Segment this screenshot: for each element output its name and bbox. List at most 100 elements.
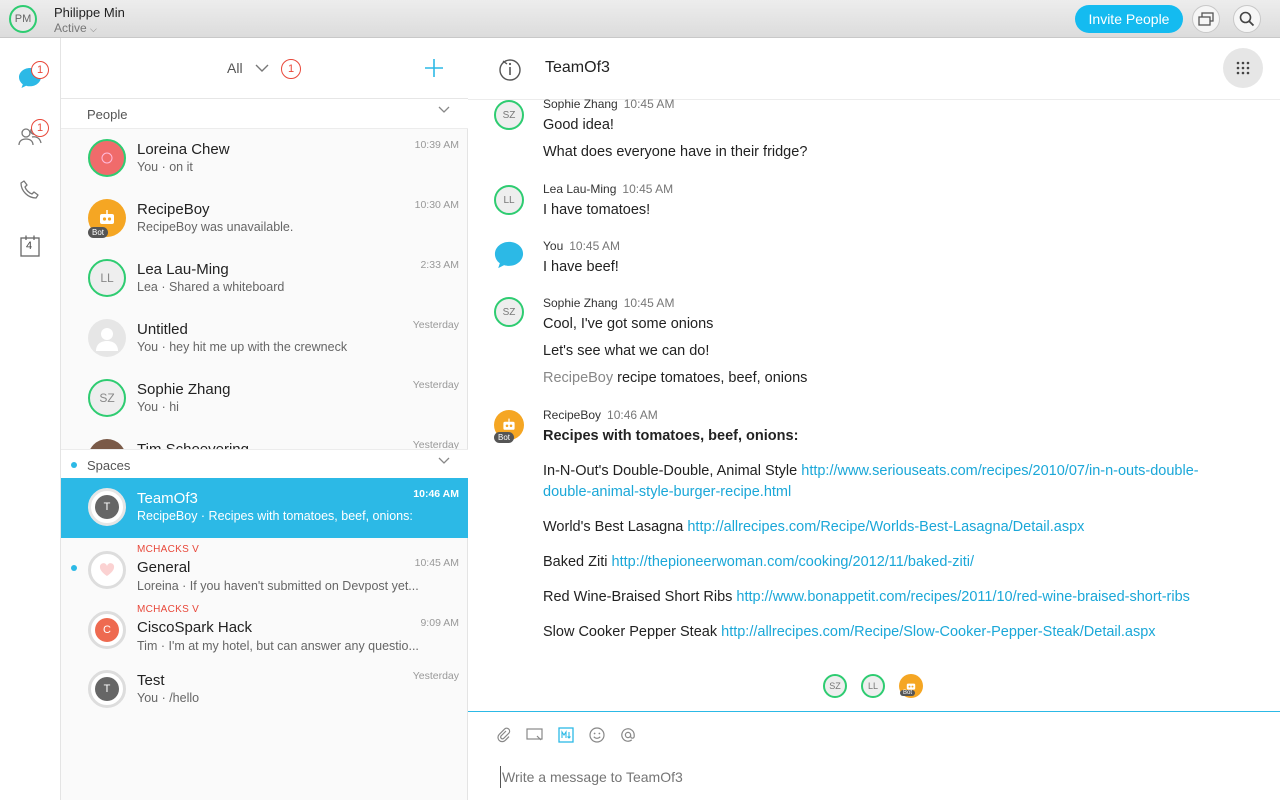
item-preview: RecipeBoy · Recipes with tomatoes, beef,… (137, 509, 413, 523)
list-item[interactable]: Bot RecipeBoy RecipeBoy was unavailable.… (61, 189, 468, 249)
item-name: Lea Lau-Ming (137, 261, 229, 278)
item-name: Test (137, 672, 165, 689)
mention[interactable]: RecipeBoy (543, 370, 613, 386)
activities-menu-button[interactable] (1223, 48, 1263, 88)
item-time: 10:39 AM (414, 139, 459, 151)
item-name: Sophie Zhang (137, 381, 231, 398)
bot-badge: Bot (494, 432, 515, 443)
mention-button[interactable] (619, 726, 637, 744)
message-text: RecipeBoy recipe tomatoes, beef, onions (543, 370, 807, 386)
recipe-name: Slow Cooker Pepper Steak (543, 624, 718, 640)
recipe-link[interactable]: double-animal-style-burger-recipe.html (543, 484, 791, 500)
read-receipt-avatar[interactable]: SZ (823, 674, 847, 698)
list-item[interactable]: Untitled You · hey hit me up with the cr… (61, 309, 468, 369)
new-conversation-button[interactable] (423, 57, 445, 79)
rail-teams[interactable]: 1 (14, 119, 49, 152)
bot-badge: Bot (900, 690, 916, 696)
list-item[interactable]: T Test You · /hello Yesterday (61, 658, 468, 718)
paperclip-icon (497, 727, 511, 743)
spaces-section-label: Spaces (87, 458, 131, 473)
avatar: SZ (494, 100, 524, 130)
recipe-link[interactable]: http://www.seriouseats.com/recipes/2010/… (801, 463, 1198, 479)
avatar: LL (88, 259, 126, 297)
item-preview: You · hi (137, 400, 179, 414)
item-time: 2:33 AM (420, 259, 459, 271)
recipe-link[interactable]: http://thepioneerwoman.com/cooking/2012/… (612, 554, 974, 570)
chevron-down-icon (438, 106, 450, 113)
user-name: Philippe Min (54, 5, 125, 20)
filter-dropdown[interactable]: All (227, 60, 269, 76)
avatar: SZ (88, 379, 126, 417)
message-text: I have beef! (543, 259, 619, 275)
rail-messages[interactable]: 1 (14, 61, 49, 94)
chevron-down-icon (255, 64, 269, 72)
message-text: Let's see what we can do! (543, 343, 710, 359)
recipe-link[interactable]: http://www.bonappetit.com/recipes/2011/1… (736, 589, 1189, 605)
message-text-rest: recipe tomatoes, beef, onions (613, 370, 808, 386)
grid-icon (1236, 61, 1250, 75)
presence-status-dropdown[interactable]: Active ⌵ (54, 21, 97, 35)
presence-status-label: Active (54, 21, 87, 35)
message-text: What does everyone have in their fridge? (543, 144, 808, 160)
team-tag: MCHACKS V (137, 604, 200, 615)
chat-bubble-icon (494, 241, 524, 269)
screenshot-button[interactable] (526, 726, 544, 744)
heart-icon (99, 563, 115, 576)
list-header: All 1 (61, 38, 468, 99)
search-button[interactable] (1233, 5, 1261, 33)
emoji-button[interactable] (588, 726, 606, 744)
message-time: 10:46 AM (607, 408, 658, 422)
recipe-link[interactable]: http://allrecipes.com/Recipe/Worlds-Best… (687, 519, 1084, 535)
conversation-list-panel: All 1 People Loreina Chew You · on it 10… (61, 38, 468, 800)
message-input[interactable] (500, 766, 1240, 788)
user-avatar[interactable]: PM (9, 5, 37, 33)
item-preview: Loreina · If you haven't submitted on De… (137, 579, 419, 593)
avatar (88, 439, 126, 449)
list-item[interactable]: C MCHACKS V CiscoSpark Hack Tim · I'm at… (61, 598, 468, 658)
item-time: 10:45 AM (414, 557, 459, 569)
message-sender: Sophie Zhang 10:45 AM (543, 97, 674, 111)
recipe-link[interactable]: http://allrecipes.com/Recipe/Slow-Cooker… (721, 624, 1155, 640)
list-item[interactable]: MCHACKS V General Loreina · If you haven… (61, 538, 468, 598)
list-item[interactable]: LL Lea Lau-Ming Lea · Shared a whiteboar… (61, 249, 468, 309)
rail-calendar[interactable]: 4 (14, 230, 46, 262)
title-bar: PM Philippe Min Active ⌵ Invite People (0, 0, 1280, 38)
avatar (494, 240, 524, 270)
message-time: 10:45 AM (623, 97, 675, 111)
attach-button[interactable] (495, 726, 513, 744)
sender-name: RecipeBoy (543, 408, 602, 422)
list-item[interactable]: Tim Schoevering Yesterday (61, 429, 468, 449)
spaces-section-header[interactable]: Spaces (61, 449, 468, 479)
read-receipt-avatar[interactable]: LL (861, 674, 885, 698)
unread-dot (71, 565, 77, 571)
rail-calls[interactable] (14, 174, 46, 206)
avatar: C (88, 611, 126, 649)
item-name: TeamOf3 (137, 490, 198, 507)
space-info-button[interactable] (498, 58, 522, 87)
chevron-down-icon (438, 457, 450, 464)
avatar (88, 139, 126, 177)
people-section-header[interactable]: People (61, 99, 468, 129)
sender-name: You (543, 239, 564, 253)
list-item[interactable]: SZ Sophie Zhang You · hi Yesterday (61, 369, 468, 429)
item-preview: RecipeBoy was unavailable. (137, 220, 294, 234)
message-sender: RecipeBoy 10:46 AM (543, 408, 658, 422)
item-time: Yesterday (412, 379, 459, 391)
item-preview: Lea · Shared a whiteboard (137, 280, 285, 294)
list-item-selected[interactable]: T TeamOf3 RecipeBoy · Recipes with tomat… (61, 478, 468, 538)
messages-badge: 1 (31, 61, 49, 79)
window-toggle-button[interactable] (1192, 5, 1220, 33)
item-preview: You · hey hit me up with the crewneck (137, 340, 348, 354)
invite-people-button[interactable]: Invite People (1075, 5, 1183, 33)
markdown-button[interactable] (557, 726, 575, 744)
recipe-name: Baked Ziti (543, 554, 608, 570)
sender-name: Sophie Zhang (543, 97, 618, 111)
list-item[interactable]: Loreina Chew You · on it 10:39 AM (61, 129, 468, 189)
markdown-icon (558, 727, 574, 743)
item-name: RecipeBoy (137, 201, 210, 218)
recipe-name: World's Best Lasagna (543, 519, 684, 535)
recipe-name: In-N-Out's Double-Double, Animal Style (543, 463, 798, 479)
teams-badge: 1 (31, 119, 49, 137)
item-name: Loreina Chew (137, 141, 230, 158)
recipe-name: Red Wine-Braised Short Ribs (543, 589, 733, 605)
